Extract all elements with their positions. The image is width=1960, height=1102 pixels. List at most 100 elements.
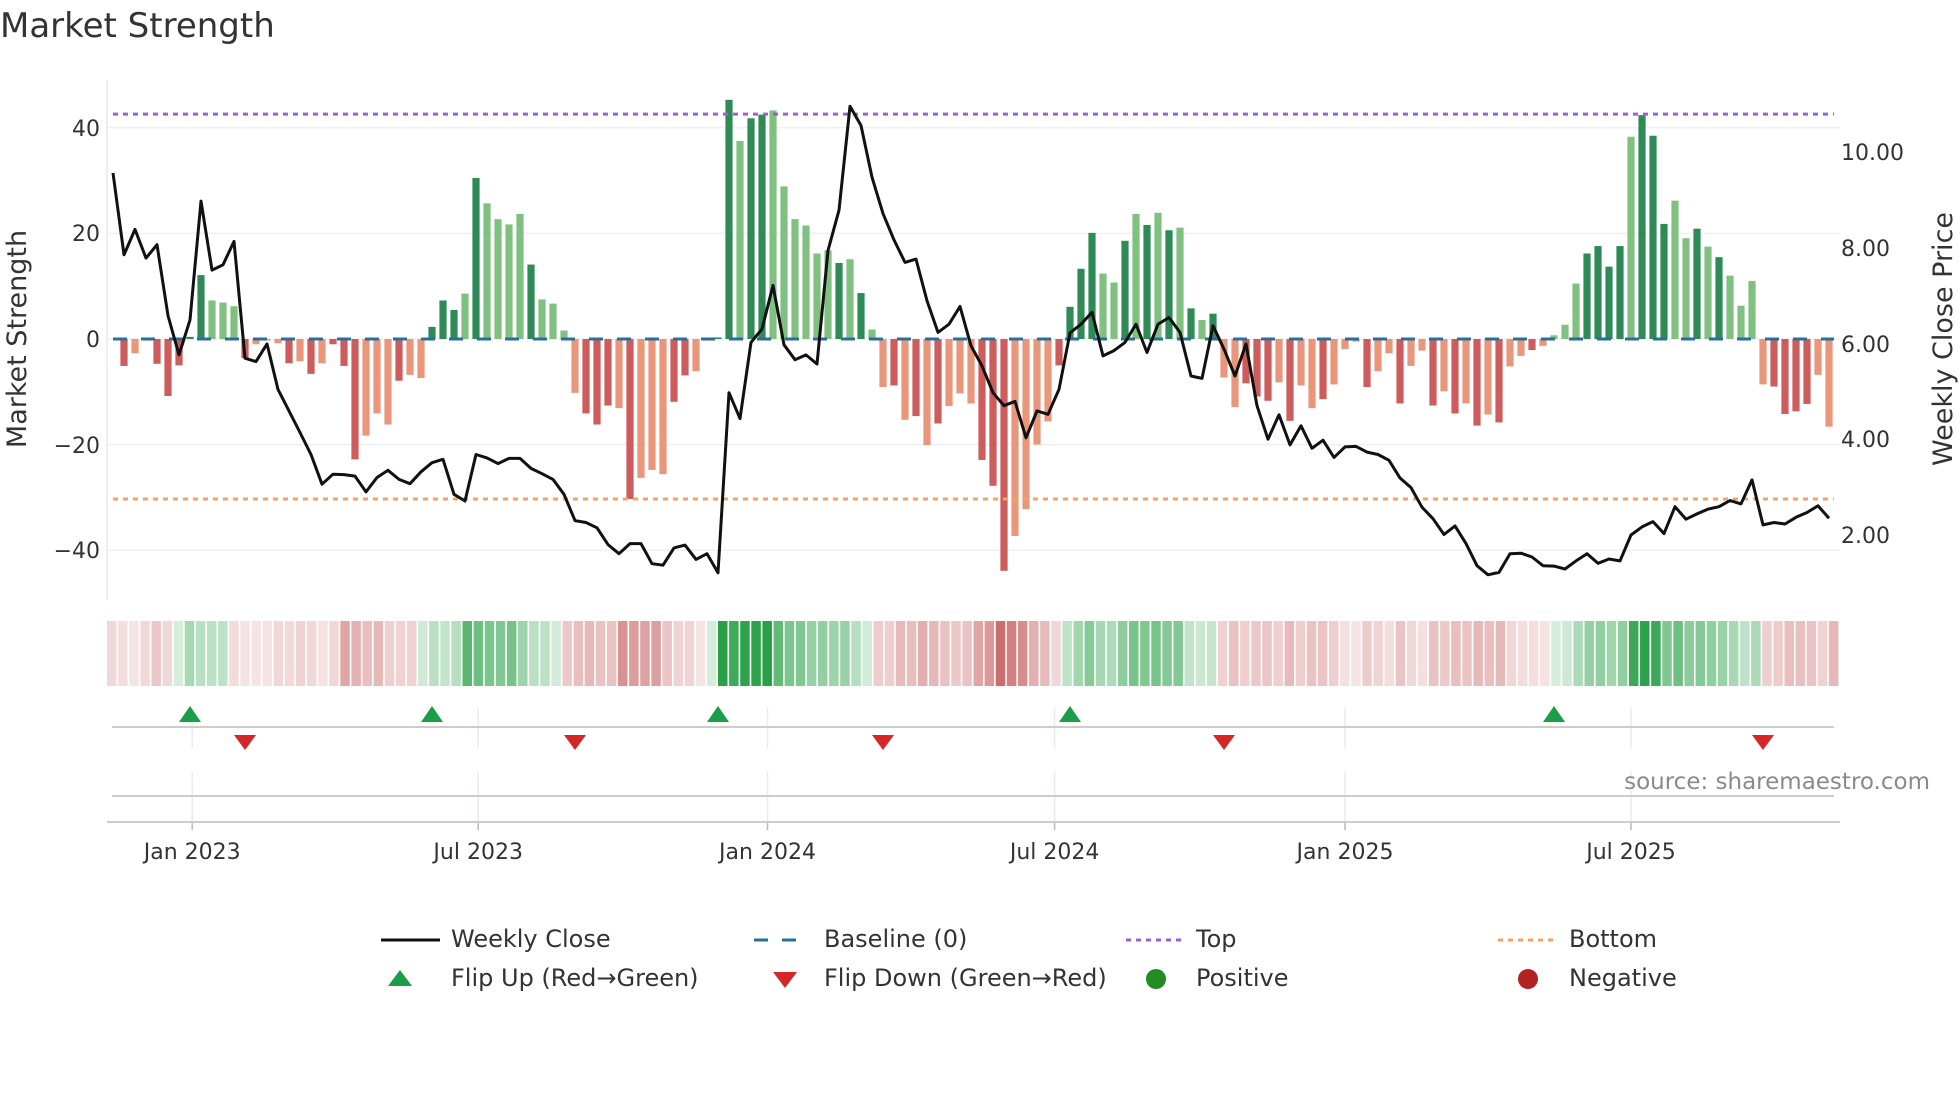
heat-cell — [1651, 621, 1661, 686]
heat-cell — [884, 621, 895, 686]
heat-cell — [1440, 621, 1450, 686]
heat-cell — [1284, 621, 1295, 686]
heat-cell — [1140, 621, 1150, 686]
strength-bar — [1308, 339, 1316, 409]
x-tick-label: Jul 2024 — [1008, 840, 1100, 865]
strength-bar — [1143, 224, 1151, 339]
heat-cell — [1328, 621, 1339, 686]
heat-cell — [1706, 621, 1717, 686]
heat-cell — [1040, 621, 1050, 686]
strength-bar — [318, 339, 326, 364]
strength-bar — [637, 339, 645, 478]
strength-bar — [1605, 266, 1613, 339]
strength-bar — [1759, 339, 1767, 385]
y2-tick-label: 6.00 — [1841, 333, 1890, 358]
heat-cell — [429, 621, 439, 686]
strength-bar — [1561, 324, 1569, 339]
y2-tick-label: 8.00 — [1841, 237, 1890, 262]
strength-bar — [1330, 339, 1338, 385]
strength-bar — [208, 300, 216, 339]
strength-bar — [714, 337, 722, 339]
weekly-close-line — [111, 104, 1831, 577]
strength-bar — [758, 114, 766, 339]
strength-bar — [1341, 339, 1349, 350]
y2-tick-label: 10.00 — [1841, 141, 1904, 166]
heat-cell — [1817, 621, 1828, 686]
flip-up-icon — [1059, 706, 1081, 722]
strength-bar — [780, 186, 788, 339]
legend-flip-down: Flip Down (Green→Red) — [824, 964, 1107, 992]
strength-bar — [1286, 339, 1294, 421]
strength-bar — [219, 302, 227, 339]
heat-cell — [1029, 621, 1039, 686]
strength-bar — [1704, 246, 1712, 339]
strength-bar — [1022, 339, 1030, 510]
legend-positive-icon — [1146, 969, 1166, 989]
source-credit: source: sharemaestro.com — [1624, 769, 1930, 795]
heat-cell — [1106, 621, 1117, 686]
heat-cell — [584, 621, 595, 686]
heat-cell — [329, 621, 339, 686]
heat-cell — [1551, 621, 1561, 686]
heat-cell — [1784, 621, 1794, 686]
strength-bar — [1363, 339, 1371, 388]
heat-cell — [1084, 621, 1095, 686]
heat-cell — [351, 621, 361, 686]
strength-bar — [989, 339, 997, 486]
legend-flip-up-icon — [388, 970, 412, 986]
heat-cell — [1617, 621, 1628, 686]
flip-down-icon — [234, 735, 256, 750]
strength-bar — [1506, 339, 1514, 367]
strength-bar — [670, 339, 678, 402]
strength-bar — [857, 293, 865, 339]
heat-cell — [917, 621, 928, 686]
heat-cell — [462, 621, 472, 686]
legend-baseline: Baseline (0) — [824, 925, 968, 953]
strength-bar — [461, 293, 469, 339]
strength-bar — [846, 259, 854, 339]
strength-bar — [1385, 339, 1393, 354]
strength-bar — [1825, 339, 1833, 427]
strength-bar — [1726, 275, 1734, 339]
strength-bar — [571, 339, 579, 393]
heat-cell — [1306, 621, 1317, 686]
heat-cell — [1562, 621, 1572, 686]
heat-cell — [240, 621, 250, 686]
heat-cell — [1584, 621, 1595, 686]
strength-bar — [1440, 339, 1448, 392]
strength-bar — [1583, 253, 1591, 339]
strength-bar — [1495, 339, 1503, 423]
x-tick-label: Jan 2025 — [1295, 840, 1394, 865]
strength-bar — [1528, 339, 1536, 351]
heat-cell — [318, 621, 328, 686]
heat-cell — [740, 621, 750, 686]
strength-bar — [1473, 339, 1481, 426]
strength-bar — [1275, 339, 1283, 383]
heat-cell — [1217, 621, 1228, 686]
heat-cell — [1495, 621, 1506, 686]
strength-bar — [1682, 238, 1690, 339]
heat-cell — [1773, 621, 1783, 686]
heat-cell — [273, 621, 284, 686]
y2-tick-label: 4.00 — [1841, 428, 1890, 453]
heat-cell — [1740, 621, 1750, 686]
flip-up-icon — [421, 706, 443, 722]
strength-bar — [1451, 339, 1459, 414]
heat-cell — [1528, 621, 1539, 686]
heat-cell — [151, 621, 161, 686]
heat-cell — [1595, 621, 1606, 686]
heat-cell — [662, 621, 672, 686]
strength-bar — [1671, 200, 1679, 339]
strength-bar — [516, 213, 524, 339]
heat-cell — [562, 621, 572, 686]
heat-cell — [673, 621, 684, 686]
strength-bar — [934, 339, 942, 424]
heat-cell — [1006, 621, 1017, 686]
strength-bar — [1781, 339, 1789, 414]
strength-bar — [351, 339, 359, 460]
heat-cell — [618, 621, 628, 686]
x-tick-label: Jan 2023 — [142, 840, 241, 865]
strength-bar — [186, 336, 194, 339]
strength-bar — [483, 203, 491, 339]
heat-cell — [1351, 621, 1361, 686]
